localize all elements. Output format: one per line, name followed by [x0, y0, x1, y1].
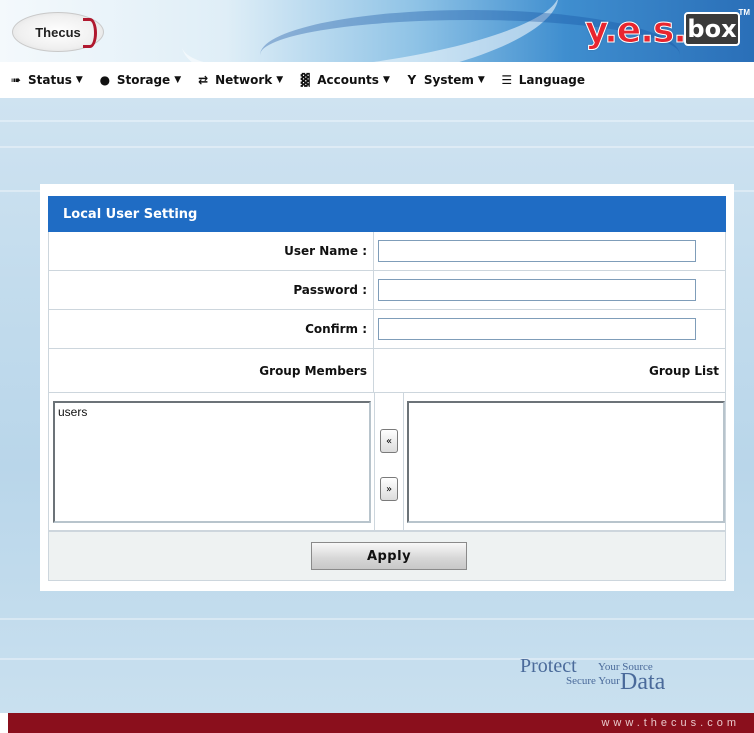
network-icon: ⇄ — [198, 73, 209, 87]
group-list-label: Group List — [649, 363, 719, 378]
system-icon: Y — [407, 73, 417, 87]
thecus-logo-ring — [83, 18, 97, 48]
menu-language-label: Language — [518, 73, 586, 87]
password-cell — [375, 271, 725, 309]
chevron-down-icon: ▼ — [276, 75, 284, 85]
yes-logo-text: y.e.s. — [584, 9, 687, 51]
chevron-down-icon: ▼ — [75, 75, 83, 85]
menu-status-label: Status — [28, 73, 72, 87]
user-name-cell — [375, 232, 725, 270]
apply-button[interactable]: Apply — [311, 542, 467, 570]
menu-status[interactable]: ➠ Status ▼ — [8, 73, 83, 87]
local-user-setting-panel: Local User Setting User Name : Password … — [40, 184, 734, 591]
slogan: Protect Your Source Secure Your Data — [520, 655, 720, 701]
menu-network[interactable]: ⇄ Network ▼ — [195, 73, 283, 87]
header-banner: Thecus y.e.s. box TM — [0, 0, 754, 62]
move-buttons-column: « » — [374, 393, 404, 530]
group-members-label: Group Members — [49, 349, 374, 392]
background-stripe — [0, 146, 754, 148]
confirm-label: Confirm : — [49, 310, 374, 348]
user-name-row: User Name : — [48, 232, 726, 271]
menu-storage[interactable]: ● Storage ▼ — [97, 73, 182, 87]
background-stripe — [0, 120, 754, 122]
status-icon: ➠ — [10, 73, 22, 87]
password-input[interactable] — [378, 279, 696, 301]
chevron-down-icon: ▼ — [477, 75, 485, 85]
box-logo-text: box — [687, 15, 737, 43]
password-row: Password : — [48, 271, 726, 310]
password-label: Password : — [49, 271, 374, 309]
slogan-secure-your: Secure Your — [566, 675, 620, 687]
thecus-logo: Thecus — [12, 12, 104, 52]
chevron-down-icon: ▼ — [174, 75, 182, 85]
group-list-listbox[interactable] — [407, 401, 725, 523]
menu-accounts[interactable]: ▓ Accounts ▼ — [297, 73, 390, 87]
menu-network-label: Network — [215, 73, 273, 87]
list-item[interactable]: users — [58, 405, 366, 419]
confirm-password-input[interactable] — [378, 318, 696, 340]
app-window: Thecus y.e.s. box TM ➠ Status ▼ ● Storag… — [0, 0, 754, 733]
menu-language[interactable]: ☰ Language — [499, 73, 585, 87]
move-to-members-button[interactable]: « — [380, 429, 398, 453]
footer-bar: www.thecus.com — [8, 713, 754, 733]
menu-storage-label: Storage — [116, 73, 171, 87]
panel-title: Local User Setting — [48, 196, 726, 232]
menu-system-label: System — [423, 73, 474, 87]
chevron-down-icon: ▼ — [382, 75, 390, 85]
confirm-cell — [375, 310, 725, 348]
main-menubar: ➠ Status ▼ ● Storage ▼ ⇄ Network ▼ ▓ Acc… — [0, 62, 754, 98]
group-headers-row: Group Members Group List — [48, 349, 726, 393]
box-logo: box — [684, 12, 740, 46]
confirm-row: Confirm : — [48, 310, 726, 349]
storage-icon: ● — [99, 73, 111, 87]
user-name-input[interactable] — [378, 240, 696, 262]
group-lists-row: users « » — [48, 393, 726, 531]
thecus-logo-text: Thecus — [35, 24, 81, 40]
footer-url: www.thecus.com — [601, 717, 740, 729]
slogan-data: Data — [620, 669, 666, 695]
background-stripe — [0, 618, 754, 620]
menu-system[interactable]: Y System ▼ — [404, 73, 485, 87]
yes-logo: y.e.s. — [584, 8, 687, 52]
apply-row: Apply — [48, 531, 726, 581]
menu-accounts-label: Accounts — [317, 73, 379, 87]
accounts-icon: ▓ — [300, 73, 310, 87]
move-to-list-button[interactable]: » — [380, 477, 398, 501]
language-icon: ☰ — [501, 73, 513, 87]
user-name-label: User Name : — [49, 232, 374, 270]
group-members-listbox[interactable]: users — [53, 401, 371, 523]
trademark-mark: TM — [738, 8, 750, 17]
